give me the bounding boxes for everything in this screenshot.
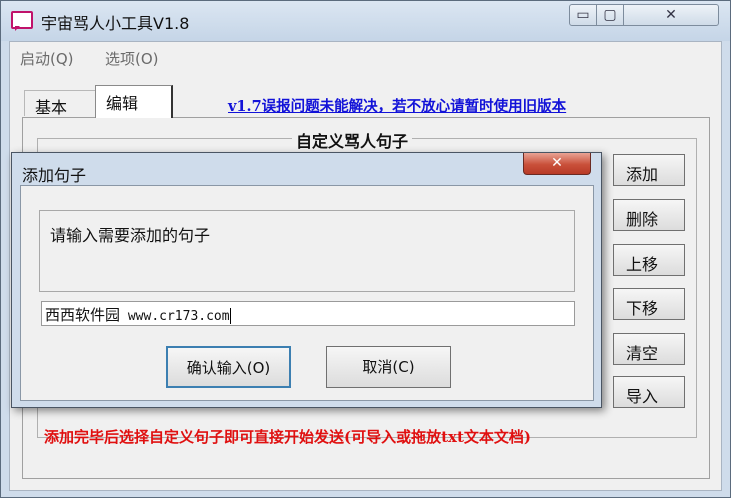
- notice-link[interactable]: v1.7误报问题未能解决，若不放心请暂时使用旧版本: [228, 95, 566, 116]
- add-sentence-dialog: 添加句子 ✕ 请输入需要添加的句子 西西软件园 www.cr173.com 确认…: [11, 152, 602, 408]
- cancel-button[interactable]: 取消(C): [326, 346, 451, 388]
- tab-edit[interactable]: 编辑: [95, 85, 173, 118]
- speech-bubble-icon: [11, 11, 33, 31]
- menu-start[interactable]: 启动(Q): [20, 48, 74, 69]
- dialog-title: 添加句子: [22, 166, 87, 185]
- move-up-button[interactable]: 上移: [613, 244, 685, 276]
- tab-basic[interactable]: 基本: [24, 90, 100, 117]
- move-down-button[interactable]: 下移: [613, 288, 685, 320]
- prompt-label: 请输入需要添加的句子: [50, 226, 211, 245]
- sentence-input[interactable]: 西西软件园 www.cr173.com: [41, 301, 575, 326]
- confirm-input-button[interactable]: 确认输入(O): [166, 346, 291, 388]
- text-caret: [229, 307, 231, 324]
- input-text-cn: 西西软件园: [45, 306, 121, 324]
- import-button[interactable]: 导入: [613, 376, 685, 408]
- title-bar[interactable]: 宇宙骂人小工具V1.8 ▭ ▢ ✕: [1, 1, 730, 41]
- clear-button[interactable]: 清空: [613, 333, 685, 365]
- input-text-url: www.cr173.com: [120, 309, 230, 324]
- bottom-hint: 添加完毕后选择自定义句子即可直接开始发送(可导入或拖放txt文本文档): [44, 428, 531, 446]
- menu-bar: 启动(Q) 选项(O): [10, 42, 721, 68]
- maximize-button[interactable]: ▢: [596, 4, 624, 26]
- menu-options[interactable]: 选项(O): [105, 48, 159, 69]
- window-title: 宇宙骂人小工具V1.8: [41, 14, 190, 33]
- dialog-body: 请输入需要添加的句子 西西软件园 www.cr173.com 确认输入(O) 取…: [20, 185, 594, 401]
- prompt-box: 请输入需要添加的句子: [39, 210, 575, 292]
- minimize-button[interactable]: ▭: [569, 4, 597, 26]
- close-button[interactable]: ✕: [623, 4, 719, 26]
- delete-button[interactable]: 删除: [613, 199, 685, 231]
- dialog-close-button[interactable]: ✕: [523, 153, 591, 175]
- add-button[interactable]: 添加: [613, 154, 685, 186]
- group-title: 自定义骂人句子: [292, 128, 413, 152]
